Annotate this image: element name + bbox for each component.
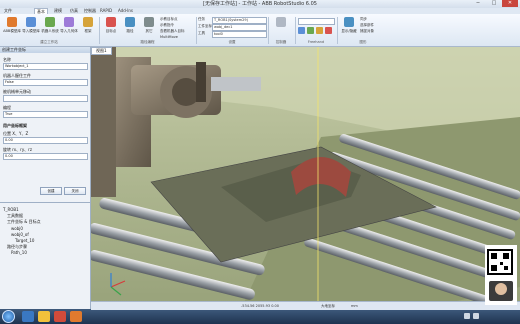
- frame-section-label: 用户坐标框架: [3, 123, 27, 128]
- panel-title: 创建工件坐标: [0, 47, 90, 53]
- group-path-programming: 路径编程: [140, 40, 155, 44]
- frame-button[interactable]: 框架: [79, 17, 97, 39]
- unit-readout: mm: [351, 304, 358, 308]
- controller-icon: [276, 17, 286, 27]
- coordinate-readout: -534.56 2055.93 0.00: [241, 304, 280, 308]
- maximize-button[interactable]: □: [486, 0, 502, 7]
- jog-linear-icon[interactable]: [325, 27, 332, 34]
- group-freehand: Freehand: [307, 40, 325, 44]
- system-icon: [45, 17, 55, 27]
- rotation-input[interactable]: 0.00: [3, 153, 88, 160]
- programmed-select[interactable]: True: [3, 111, 88, 118]
- group-settings: 设置: [228, 40, 236, 44]
- import-geometry-button[interactable]: 导入几何体: [60, 17, 78, 39]
- volume-icon[interactable]: [473, 313, 479, 319]
- field-label: 编程: [3, 105, 11, 110]
- field-label: 名称: [3, 57, 11, 62]
- robotstudio-icon[interactable]: [70, 311, 82, 322]
- move-icon[interactable]: [298, 27, 305, 34]
- field-label: 被机械单元移动: [3, 89, 31, 94]
- abb-library-button[interactable]: ABB模型库: [3, 17, 21, 39]
- position-input[interactable]: 0.00: [3, 137, 88, 144]
- import-library-button[interactable]: 导入模型库: [22, 17, 40, 39]
- start-button[interactable]: [2, 310, 15, 323]
- path-tree: T_ROB1 工具数据 工件坐标 & 目标点 wobj0 wobj0_of Ta…: [3, 207, 41, 257]
- moved-by-select[interactable]: [3, 95, 88, 102]
- minimize-button[interactable]: ─: [470, 0, 486, 7]
- tree-item[interactable]: 工件坐标 & 目标点: [3, 219, 41, 225]
- import-icon: [26, 17, 36, 27]
- other-icon: [144, 17, 154, 27]
- path-icon: [125, 17, 135, 27]
- path-button[interactable]: 路径: [121, 17, 139, 39]
- snap-object-item[interactable]: 捕捉对象: [360, 29, 374, 34]
- name-input[interactable]: Workobject_1: [3, 63, 88, 70]
- group-build-station: 建立工作站: [40, 40, 58, 44]
- teach-instruction-item[interactable]: 示教指令: [160, 23, 174, 28]
- geometry-icon: [64, 17, 74, 27]
- ie-icon[interactable]: [22, 311, 34, 322]
- title-bar: [无保存工作站] - 工作站 - ABB RobotStudio 6.05 ─ …: [0, 0, 520, 8]
- qr-code-image: [485, 245, 517, 305]
- panel-divider: [0, 202, 90, 203]
- status-bar: -534.56 2055.93 0.00 大地坐标 mm: [91, 301, 520, 310]
- robot-system-button[interactable]: 机器人系统: [41, 17, 59, 39]
- create-button[interactable]: 创建: [40, 187, 62, 195]
- freehand-combo[interactable]: [298, 18, 335, 25]
- eye-icon: [344, 17, 354, 27]
- ribbon: ABB模型库 导入模型库 机器人系统 导入几何体 框架 建立工作站 目标点 路径…: [0, 14, 520, 47]
- system-tray: [462, 310, 518, 323]
- sync-item[interactable]: 同步: [360, 17, 367, 22]
- other-button[interactable]: 其它: [140, 17, 158, 39]
- close-button[interactable]: ✕: [502, 0, 518, 7]
- rotate-icon[interactable]: [307, 27, 314, 34]
- tree-item[interactable]: Path_10: [3, 250, 41, 256]
- show-hide-button[interactable]: 显示/隐藏: [340, 17, 358, 39]
- group-graphics: 图形: [359, 40, 367, 44]
- field-label: 旋转 rx、ry、rz: [3, 147, 32, 152]
- frame-icon: [83, 17, 93, 27]
- qr-code-overlay: [485, 245, 517, 305]
- network-icon[interactable]: [464, 313, 470, 319]
- target-button[interactable]: 目标点: [102, 17, 120, 39]
- create-workobject-panel: 创建工件坐标 名称 Workobject_1 机器人握住工件 False 被机械…: [0, 47, 91, 309]
- task-label: 任务: [198, 17, 205, 21]
- view-robot-target-item[interactable]: 查看机器人目标: [160, 29, 185, 34]
- 3d-viewport[interactable]: [91, 47, 520, 309]
- robot-icon: [7, 17, 17, 27]
- windows-taskbar: [0, 309, 520, 324]
- media-icon[interactable]: [54, 311, 66, 322]
- group-controller: 控制器: [275, 40, 287, 44]
- folder-icon[interactable]: [38, 311, 50, 322]
- teach-target-item[interactable]: 示教目标点: [160, 17, 178, 22]
- view-tab[interactable]: 视图1: [91, 47, 112, 55]
- station-scene: [91, 47, 520, 309]
- robot-holds-select[interactable]: False: [3, 79, 88, 86]
- field-label: 机器人握住工件: [3, 73, 31, 78]
- field-label: 位置 X、Y、Z: [3, 131, 29, 136]
- window-title: [无保存工作站] - 工作站 - ABB RobotStudio 6.05: [203, 1, 317, 7]
- workobject-label: 工件坐标: [198, 24, 212, 28]
- target-icon: [106, 17, 116, 27]
- select-part-item[interactable]: 选择部件: [360, 23, 374, 28]
- tool-label: 工具: [198, 31, 205, 35]
- close-panel-button[interactable]: 关闭: [64, 187, 86, 195]
- frame-readout: 大地坐标: [321, 304, 335, 308]
- jog-joint-icon[interactable]: [316, 27, 323, 34]
- task-select[interactable]: T_ROB1(System29): [212, 17, 267, 24]
- controller-button[interactable]: [272, 17, 290, 39]
- tool-select[interactable]: tool0: [212, 31, 267, 38]
- workobject-select[interactable]: wobj_dec1: [212, 24, 267, 31]
